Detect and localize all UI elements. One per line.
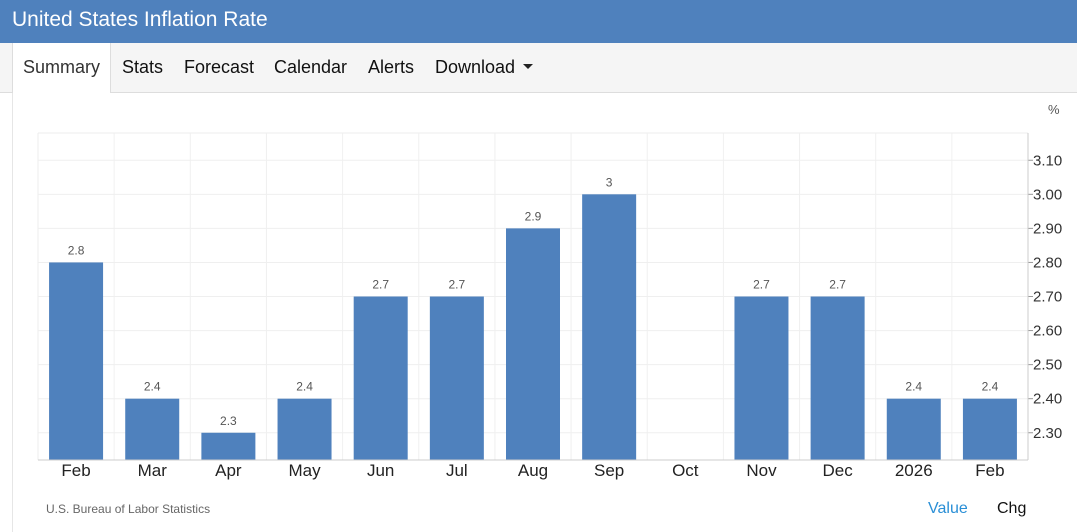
y-tick-label: 2.30 bbox=[1033, 425, 1062, 442]
bar bbox=[429, 296, 484, 460]
data-label: 2.4 bbox=[144, 380, 161, 394]
bar bbox=[886, 398, 941, 460]
y-tick-label: 2.40 bbox=[1033, 391, 1062, 408]
x-tick-label: Dec bbox=[822, 461, 853, 480]
y-tick-label: 2.70 bbox=[1033, 289, 1062, 306]
y-tick-label: 2.80 bbox=[1033, 254, 1062, 271]
x-tick-label: Feb bbox=[975, 461, 1004, 480]
bar bbox=[49, 262, 104, 460]
data-label: 2.4 bbox=[982, 380, 999, 394]
x-tick-label: Jul bbox=[446, 461, 468, 480]
data-label: 2.7 bbox=[753, 278, 770, 292]
y-tick-label: 3.00 bbox=[1033, 186, 1062, 203]
bar bbox=[506, 228, 560, 460]
data-label: 2.4 bbox=[296, 380, 313, 394]
data-label: 2.9 bbox=[525, 209, 542, 223]
x-tick-label: Jun bbox=[367, 461, 394, 480]
bar bbox=[277, 398, 332, 460]
x-tick-label: Nov bbox=[746, 461, 777, 480]
change-toggle[interactable]: Chg bbox=[997, 500, 1026, 518]
data-label: 2.3 bbox=[220, 414, 237, 428]
data-label: 2.8 bbox=[68, 243, 85, 257]
bar bbox=[734, 296, 789, 460]
source-label: U.S. Bureau of Labor Statistics bbox=[46, 502, 211, 516]
x-tick-label: 2026 bbox=[895, 461, 933, 480]
x-tick-label: Aug bbox=[518, 461, 548, 480]
x-tick-label: Mar bbox=[138, 461, 168, 480]
bar bbox=[353, 296, 408, 460]
y-tick-label: 3.10 bbox=[1033, 152, 1062, 169]
x-tick-label: Oct bbox=[672, 461, 699, 480]
bar bbox=[582, 194, 637, 460]
x-tick-label: Apr bbox=[215, 461, 242, 480]
y-tick-label: 2.90 bbox=[1033, 220, 1062, 237]
bar-chart: 2.30 2.40 2.50 2.60 2.70 2.80 2.90 3.00 3.10 2.8 F… bbox=[37, 132, 1062, 480]
y-tick-label: 2.50 bbox=[1033, 357, 1062, 374]
bar bbox=[201, 432, 256, 460]
bar bbox=[962, 398, 1017, 460]
value-toggle[interactable]: Value bbox=[928, 500, 968, 518]
data-label: 2.4 bbox=[905, 380, 922, 394]
data-label: 2.7 bbox=[372, 278, 389, 292]
data-label: 2.7 bbox=[449, 278, 466, 292]
bar bbox=[125, 398, 180, 460]
y-tick-label: 2.60 bbox=[1033, 323, 1062, 340]
bar bbox=[810, 296, 865, 460]
data-label: 2.7 bbox=[829, 278, 846, 292]
x-tick-label: Feb bbox=[61, 461, 90, 480]
x-tick-label: May bbox=[288, 461, 321, 480]
data-label: 3 bbox=[606, 175, 613, 189]
x-tick-label: Sep bbox=[594, 461, 624, 480]
